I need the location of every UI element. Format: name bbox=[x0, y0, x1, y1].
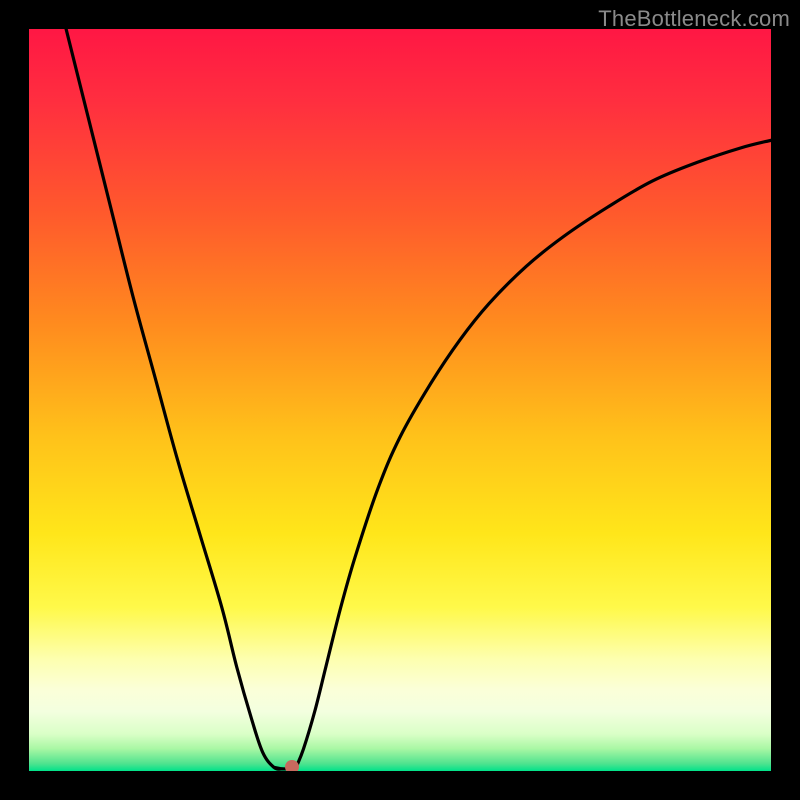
optimal-point-marker bbox=[285, 760, 299, 771]
watermark-text: TheBottleneck.com bbox=[598, 6, 790, 32]
chart-plot-area bbox=[29, 29, 771, 771]
chart-frame: TheBottleneck.com bbox=[0, 0, 800, 800]
bottleneck-curve bbox=[29, 29, 771, 771]
